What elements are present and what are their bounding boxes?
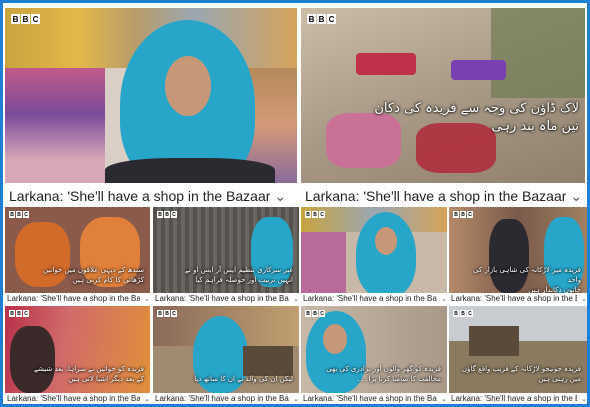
subtitle: لاک ڈاؤن کی وجہ سے فریدہ کی دکان تین ماہ… [374,101,579,134]
video-tile[interactable]: BBC لاک ڈاؤن کی وجہ سے فریدہ کی دکان تین… [301,8,585,208]
video-caption[interactable]: Larkana: 'She'll have a shop in the Baza… [449,393,587,404]
chevron-down-icon[interactable]: ⌄ [581,395,587,403]
video-thumbnail[interactable]: BBC فریدہ میر لاڑکانہ کی شاہی بازار کی و… [449,207,587,293]
video-caption[interactable]: Larkana: 'She'll have a shop in the Baza… [301,293,447,304]
subtitle: فریدہ جونیجو لاڑکانہ کے قریب واقع گاؤں می… [461,365,581,383]
video-tile[interactable]: BBC فریدہ میر لاڑکانہ کی شاہی بازار کی و… [449,207,587,304]
chevron-down-icon[interactable]: ⌄ [441,395,447,403]
video-caption[interactable]: Larkana: 'She'll have a shop in the Baza… [153,393,299,404]
video-thumbnail[interactable]: BBC لیکن ان کی والد نے ان کا ساتھ دیا [153,306,299,393]
video-caption[interactable]: Larkana: 'She'll have a shop in the Baza… [301,184,585,208]
chevron-down-icon[interactable]: ⌄ [293,295,299,303]
chevron-down-icon[interactable]: ⌄ [293,395,299,403]
bbc-logo: BBC [11,14,40,24]
video-caption[interactable]: Larkana: 'She'll have a shop in the Baza… [449,293,587,304]
chevron-down-icon[interactable]: ⌄ [441,295,447,303]
video-tile[interactable]: BBC فریدہ کو خواتین نے سراہا، بعد شیشے کے… [5,306,150,404]
bbc-logo: BBC [305,310,325,317]
bbc-logo: BBC [157,310,177,317]
video-thumbnail[interactable]: BBC [5,8,297,183]
chevron-down-icon[interactable]: ⌄ [144,395,150,403]
chevron-down-icon[interactable]: ⌄ [581,295,587,303]
subtitle: فریدہ کو خواتین نے سراہا، بعد شیشے کے بعد… [33,365,144,383]
video-grid: BBC Larkana: 'She'll have a shop in the … [3,3,587,404]
video-thumbnail[interactable]: BBC [301,207,447,293]
video-tile[interactable]: BBC غیر سرکاری تنظیم ایس آر ایس او نے انہ… [153,207,299,304]
face [165,56,211,116]
bbc-logo: BBC [305,211,325,218]
chevron-down-icon[interactable]: ⌄ [144,295,150,303]
subtitle: فریدہ کو گھر والوں اور برادری کی بھی مخال… [326,365,441,383]
video-tile[interactable]: BBC Larkana: 'She'll have a shop in the … [301,207,447,304]
video-tile[interactable]: BBC سندھ کے دیہی علاقوں میں خواتین کڑھائی… [5,207,150,304]
video-thumbnail[interactable]: BBC فریدہ جونیجو لاڑکانہ کے قریب واقع گا… [449,306,587,393]
video-thumbnail[interactable]: BBC سندھ کے دیہی علاقوں میں خواتین کڑھائی… [5,207,150,293]
video-caption[interactable]: Larkana: 'She'll have a shop in the Baza… [5,393,150,404]
video-tile[interactable]: BBC Larkana: 'She'll have a shop in the … [5,8,297,208]
bbc-logo: BBC [453,211,473,218]
video-caption[interactable]: Larkana: 'She'll have a shop in the Baza… [153,293,299,304]
chevron-down-icon[interactable]: ⌄ [570,188,582,205]
subtitle: لیکن ان کی والد نے ان کا ساتھ دیا [194,375,293,383]
bbc-logo: BBC [9,310,29,317]
bbc-logo: BBC [157,211,177,218]
video-caption[interactable]: Larkana: 'She'll have a shop in the Baza… [5,293,150,304]
video-tile[interactable]: BBC لیکن ان کی والد نے ان کا ساتھ دیا La… [153,306,299,404]
video-thumbnail[interactable]: BBC فریدہ کو گھر والوں اور برادری کی بھی… [301,306,447,393]
bbc-logo: BBC [9,211,29,218]
video-thumbnail[interactable]: BBC لاک ڈاؤن کی وجہ سے فریدہ کی دکان تین… [301,8,585,183]
video-caption[interactable]: Larkana: 'She'll have a shop in the Baza… [5,184,297,208]
subtitle: غیر سرکاری تنظیم ایس آر ایس او نے انہیں ت… [184,266,293,284]
video-tile[interactable]: BBC فریدہ جونیجو لاڑکانہ کے قریب واقع گا… [449,306,587,404]
subtitle: سندھ کے دیہی علاقوں میں خواتین کڑھائی کا … [42,266,144,284]
video-tile[interactable]: BBC فریدہ کو گھر والوں اور برادری کی بھی… [301,306,447,404]
face [375,227,397,255]
video-caption[interactable]: Larkana: 'She'll have a shop in the Baza… [301,393,447,404]
subtitle: فریدہ میر لاڑکانہ کی شاہی بازار کی واحد خ… [473,266,581,293]
face [323,324,347,354]
bbc-logo: BBC [453,310,473,317]
video-thumbnail[interactable]: BBC غیر سرکاری تنظیم ایس آر ایس او نے انہ… [153,207,299,293]
chevron-down-icon[interactable]: ⌄ [274,188,286,205]
bbc-logo: BBC [307,14,336,24]
video-thumbnail[interactable]: BBC فریدہ کو خواتین نے سراہا، بعد شیشے کے… [5,306,150,393]
